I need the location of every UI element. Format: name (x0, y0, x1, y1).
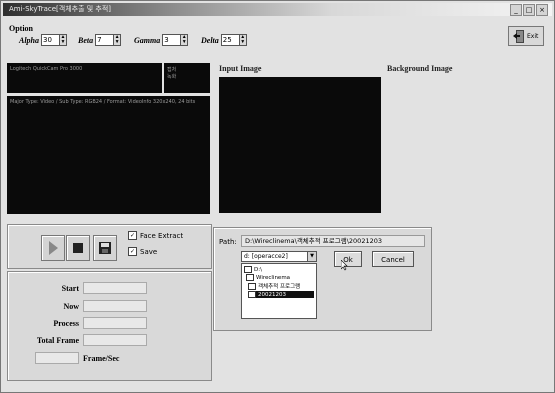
floppy-disk-icon (99, 242, 111, 254)
dir-item-20021203[interactable]: 20021203 (248, 291, 314, 298)
folder-open-icon (246, 274, 254, 281)
cancel-button[interactable]: Cancel (372, 251, 414, 267)
folder-open-icon (244, 266, 252, 273)
main-window: Ami-SkyTrace[객체추출 및 추적] _ □ × Option Alp… (0, 0, 555, 393)
camera-preview: Major Type: Video / Sub Type: RGB24 / Fo… (7, 96, 210, 214)
path-label: Path: (219, 238, 237, 246)
chevron-down-icon[interactable]: ▼ (307, 252, 316, 261)
window-controls: _ □ × (510, 4, 548, 16)
delta-label: Delta (201, 35, 219, 45)
dir-item-label: 20021203 (258, 291, 286, 298)
gamma-spin-arrows[interactable]: ▲ ▼ (181, 34, 189, 46)
drive-select[interactable]: d: [operacce2] ▼ (241, 251, 317, 262)
gamma-input[interactable]: 3 (162, 34, 182, 46)
stop-button[interactable] (66, 235, 90, 261)
gamma-spinner[interactable]: 3 ▲ ▼ (162, 34, 189, 46)
drive-select-value: d: [operacce2] (244, 253, 288, 260)
face-extract-check-icon[interactable]: ✓ (128, 231, 137, 240)
play-icon (49, 241, 58, 255)
path-value-field: D:\Wireclinema\객체추적 프로그램\20021203 (241, 235, 425, 247)
exit-label: Exit (527, 32, 539, 40)
play-button[interactable] (41, 235, 65, 261)
background-image-title: Background Image (387, 64, 453, 73)
alpha-spin-arrows[interactable]: ▲ ▼ (60, 34, 68, 46)
delta-spinner[interactable]: 25 ▲ ▼ (220, 34, 247, 46)
total-frame-field (83, 334, 147, 346)
dir-item-label: D:\ (254, 266, 262, 273)
camera-mini-panel: 캡처 녹화 (164, 63, 210, 93)
save-checkbox[interactable]: ✓ Save (128, 247, 157, 256)
exit-door-icon (513, 29, 524, 43)
frame-sec-label: Frame/Sec (83, 354, 120, 363)
folder-open-icon (248, 291, 256, 298)
alpha-param: Alpha 30 ▲ ▼ (19, 34, 68, 46)
title-bar[interactable]: Ami-SkyTrace[객체추출 및 추적] _ □ × (3, 3, 552, 16)
beta-param: Beta 7 ▲ ▼ (78, 34, 122, 46)
option-group-title: Option (9, 24, 34, 33)
exit-button[interactable]: Exit (508, 26, 544, 46)
now-label: Now (63, 302, 79, 311)
alpha-label: Alpha (19, 35, 40, 45)
save-disk-button[interactable] (93, 235, 117, 261)
alpha-input[interactable]: 30 (41, 34, 61, 46)
delta-input[interactable]: 25 (220, 34, 240, 46)
mouse-cursor-icon (341, 260, 348, 271)
beta-input[interactable]: 7 (95, 34, 115, 46)
start-field (83, 282, 147, 294)
maximize-button[interactable]: □ (523, 4, 535, 16)
close-button[interactable]: × (536, 4, 548, 16)
gamma-label: Gamma (134, 35, 161, 45)
camera-device-name: Logitech QuickCam Pro 3000 (10, 66, 83, 72)
face-extract-label: Face Extract (140, 231, 184, 240)
beta-spinner[interactable]: 7 ▲ ▼ (95, 34, 122, 46)
dir-item-label: Wireclinema (256, 274, 291, 281)
face-extract-checkbox[interactable]: ✓ Face Extract (128, 231, 183, 240)
camera-device-panel: Logitech QuickCam Pro 3000 (7, 63, 162, 93)
background-image-view (387, 77, 549, 213)
camera-format-info: Major Type: Video / Sub Type: RGB24 / Fo… (10, 99, 196, 105)
process-label: Process (53, 319, 79, 328)
save-label: Save (140, 247, 158, 256)
total-frame-label: Total Frame (36, 336, 79, 345)
directory-list[interactable]: D:\ Wireclinema 객체추적 프로그램 20021203 (241, 263, 317, 319)
delta-spin-arrows[interactable]: ▲ ▼ (239, 34, 247, 46)
beta-label: Beta (78, 35, 94, 45)
beta-spin-arrows[interactable]: ▲ ▼ (114, 34, 122, 46)
dir-item-root[interactable]: D:\ (244, 266, 262, 273)
dir-item-program[interactable]: 객체추적 프로그램 (248, 282, 300, 290)
save-check-icon[interactable]: ✓ (128, 247, 137, 256)
delta-param: Delta 25 ▲ ▼ (201, 34, 247, 46)
now-field (83, 300, 147, 312)
alpha-spinner[interactable]: 30 ▲ ▼ (41, 34, 68, 46)
stop-icon (73, 243, 83, 253)
dir-item-wireclinema[interactable]: Wireclinema (246, 274, 290, 281)
gamma-param: Gamma 3 ▲ ▼ (134, 34, 189, 46)
dir-item-label: 객체추적 프로그램 (258, 284, 301, 290)
start-label: Start (61, 284, 79, 293)
process-field (83, 317, 147, 329)
input-image-view (219, 77, 381, 213)
input-image-title: Input Image (219, 64, 262, 73)
frame-sec-field (35, 352, 79, 364)
minimize-button[interactable]: _ (510, 4, 522, 16)
folder-open-icon (248, 282, 256, 290)
camera-mini-info: 캡처 녹화 (167, 67, 177, 80)
window-title: Ami-SkyTrace[객체추출 및 추적] (9, 5, 112, 13)
